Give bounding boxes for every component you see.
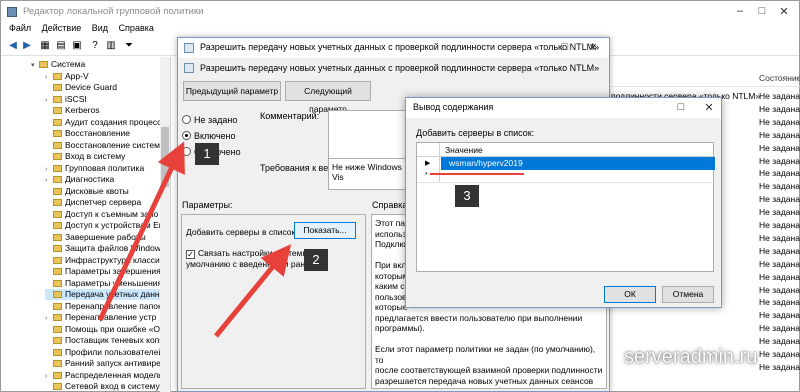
arrow-2: [214, 244, 292, 338]
annotation-label-2: 2: [304, 249, 328, 271]
annotation-label-3: 3: [455, 185, 479, 207]
annotation-arrows: [97, 141, 524, 338]
watermark: serveradmin.ru: [624, 346, 758, 368]
annotation-label-1: 1: [195, 143, 219, 165]
arrow-1: [97, 141, 185, 322]
